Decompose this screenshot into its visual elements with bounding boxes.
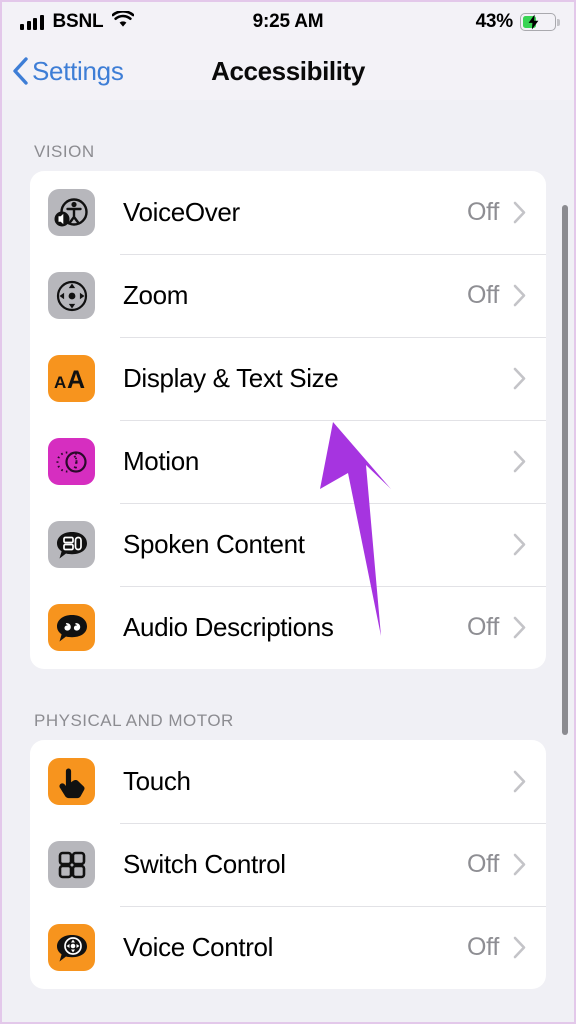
- chevron-right-icon: [513, 533, 526, 556]
- status-bar-left: BSNL: [20, 10, 135, 33]
- wifi-icon: [112, 10, 135, 33]
- row-value: Off: [467, 281, 499, 309]
- audio-descriptions-icon: [48, 604, 95, 651]
- row-value: Off: [467, 933, 499, 961]
- chevron-right-icon: [513, 936, 526, 959]
- chevron-right-icon: [513, 450, 526, 473]
- section-header-vision: VISION: [34, 142, 95, 161]
- row-audio-descriptions[interactable]: Audio Descriptions Off: [30, 586, 546, 669]
- row-accessory: Off: [467, 613, 546, 642]
- row-label: Spoken Content: [123, 529, 305, 559]
- row-voice-control[interactable]: Voice Control Off: [30, 906, 546, 989]
- row-accessory: Off: [467, 850, 546, 879]
- switch-control-icon: [48, 841, 95, 888]
- voiceover-icon: [48, 189, 95, 236]
- row-accessory: [499, 450, 546, 473]
- spoken-content-icon: [48, 521, 95, 568]
- row-touch[interactable]: Touch: [30, 740, 546, 823]
- battery-percent-label: 43%: [475, 11, 514, 32]
- svg-text:A: A: [54, 373, 66, 392]
- chevron-left-icon: [13, 57, 28, 85]
- settings-group-physical-and-motor: Touch Switch Control Off Voice Control O…: [30, 740, 546, 989]
- chevron-right-icon: [513, 770, 526, 793]
- zoom-icon: [48, 272, 95, 319]
- row-label: Voice Control: [123, 932, 274, 962]
- motion-icon: [48, 438, 95, 485]
- back-button[interactable]: Settings: [2, 56, 124, 87]
- svg-text:A: A: [67, 366, 85, 394]
- row-value: Off: [467, 850, 499, 878]
- row-switch-control[interactable]: Switch Control Off: [30, 823, 546, 906]
- row-label: Audio Descriptions: [123, 612, 334, 642]
- touch-icon: [48, 758, 95, 805]
- row-label: Display & Text Size: [123, 363, 339, 393]
- row-motion[interactable]: Motion: [30, 420, 546, 503]
- row-zoom[interactable]: Zoom Off: [30, 254, 546, 337]
- row-accessory: [499, 533, 546, 556]
- navigation-bar: Settings Accessibility: [2, 42, 574, 100]
- row-label: VoiceOver: [123, 197, 240, 227]
- battery-icon: [520, 13, 560, 31]
- row-value: Off: [467, 198, 499, 226]
- chevron-right-icon: [513, 616, 526, 639]
- cellular-signal-icon: [20, 14, 44, 30]
- row-label: Touch: [123, 766, 191, 796]
- clock-label: 9:25 AM: [252, 11, 324, 32]
- row-display-text-size[interactable]: A A Display & Text Size: [30, 337, 546, 420]
- row-label: Zoom: [123, 280, 189, 310]
- chevron-right-icon: [513, 367, 526, 390]
- charging-bolt-icon: [528, 14, 539, 30]
- row-label: Switch Control: [123, 849, 286, 879]
- settings-group-vision: VoiceOver Off Zoom Off A A Display & Tex…: [30, 171, 546, 669]
- chevron-right-icon: [513, 201, 526, 224]
- row-value: Off: [467, 613, 499, 641]
- display-text-size-icon: A A: [48, 355, 95, 402]
- row-accessory: [499, 770, 546, 793]
- row-voiceover[interactable]: VoiceOver Off: [30, 171, 546, 254]
- carrier-label: BSNL: [52, 11, 104, 32]
- row-accessory: Off: [467, 933, 546, 962]
- iphone-screen: BSNL 9:25 AM 43% Settings Accessibility …: [0, 0, 576, 1024]
- back-button-label: Settings: [32, 55, 124, 86]
- row-accessory: Off: [467, 198, 546, 227]
- section-header-physical-and-motor: PHYSICAL AND MOTOR: [34, 711, 234, 730]
- row-label: Motion: [123, 446, 199, 476]
- status-bar-right: 43%: [475, 11, 560, 33]
- settings-list: VISION VoiceOver Off Zoom Off A A Displa…: [2, 100, 574, 1022]
- row-accessory: Off: [467, 281, 546, 310]
- vertical-scrollbar[interactable]: [562, 205, 568, 735]
- row-accessory: [499, 367, 546, 390]
- chevron-right-icon: [513, 284, 526, 307]
- row-spoken-content[interactable]: Spoken Content: [30, 503, 546, 586]
- status-bar: BSNL 9:25 AM 43%: [2, 2, 574, 42]
- voice-control-icon: [48, 924, 95, 971]
- chevron-right-icon: [513, 853, 526, 876]
